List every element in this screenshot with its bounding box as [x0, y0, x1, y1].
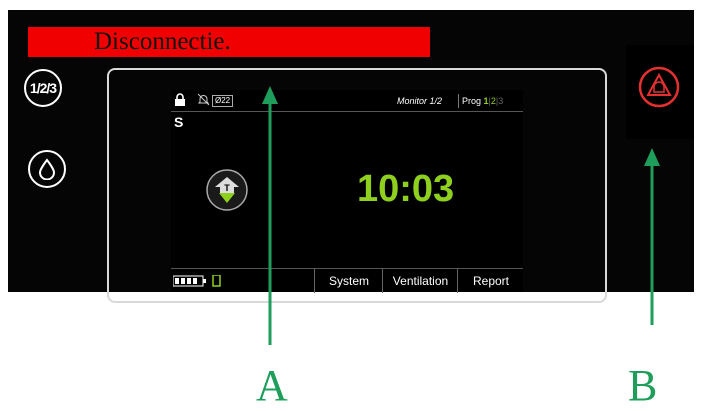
ventilation-icon: T: [206, 169, 248, 211]
status-divider: [458, 94, 459, 108]
tab-report[interactable]: Report: [457, 269, 524, 293]
lcd-display: Ø22 Monitor 1/2 Prog 1|2|3 S T 10:03 Sys…: [171, 90, 523, 293]
lock-icon: [175, 93, 185, 106]
disconnect-banner: Disconnectie.: [28, 27, 430, 57]
mode-indicator: S: [174, 114, 184, 130]
status-bar: Ø22 Monitor 1/2 Prog 1|2|3: [171, 90, 523, 112]
tab-system[interactable]: System: [314, 269, 383, 293]
prog-label: Prog: [462, 96, 482, 106]
status-divider-line: [171, 111, 523, 112]
annotation-label-b: B: [628, 361, 658, 410]
bell-muted-icon: [197, 93, 210, 106]
tab-ventilation[interactable]: Ventilation: [382, 269, 458, 293]
program-label: 1/2/3: [29, 80, 57, 96]
bottom-bar: System Ventilation Report: [171, 268, 523, 293]
battery-icon: [173, 275, 221, 287]
monitor-label: Monitor 1/2: [397, 96, 443, 106]
program-button[interactable]: 1/2/3: [24, 69, 62, 107]
prog-3: 3: [498, 96, 504, 106]
status-code: Ø22: [212, 95, 234, 107]
annotation-label-a: A: [256, 361, 288, 410]
alarm-bell-icon[interactable]: [637, 65, 681, 109]
vent-letter: T: [224, 183, 230, 193]
water-drop-icon: [38, 158, 56, 180]
clock-time: 10:03: [357, 168, 455, 210]
program-indicator: Prog 1|2|3: [462, 96, 504, 106]
water-button[interactable]: [28, 150, 66, 188]
